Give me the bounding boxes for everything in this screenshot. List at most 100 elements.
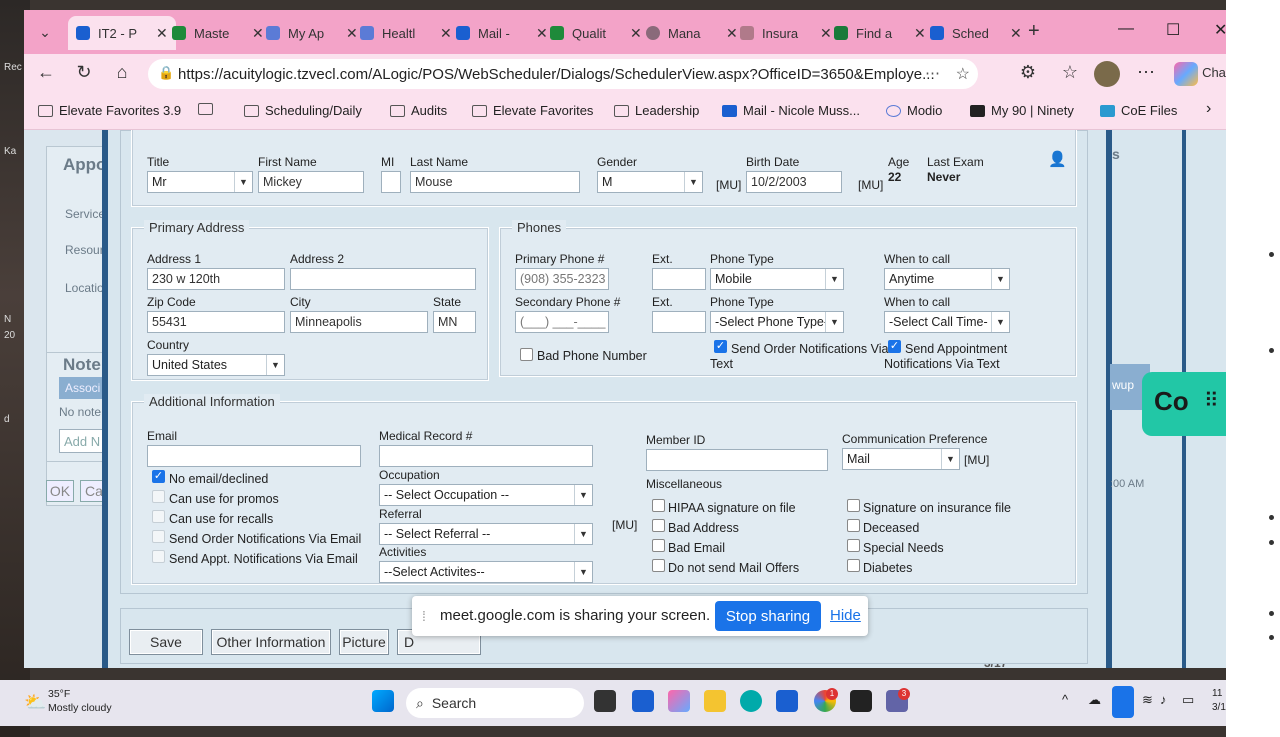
comm-pref-select[interactable]: Mail ▼ bbox=[842, 448, 960, 470]
bookmark-scheduling-daily[interactable]: Scheduling/Daily bbox=[244, 103, 362, 118]
hipaa-checkbox[interactable] bbox=[652, 499, 665, 512]
mi-input[interactable] bbox=[381, 171, 401, 193]
bookmark-elevate-favorites[interactable]: Elevate Favorites bbox=[472, 103, 593, 118]
save-button[interactable]: Save bbox=[129, 629, 203, 655]
country-select[interactable]: United States ▼ bbox=[147, 354, 285, 376]
sticky-notes-icon[interactable] bbox=[850, 690, 872, 712]
tab-schedule[interactable]: Sched ✕ bbox=[922, 16, 1030, 50]
zip-input[interactable]: 55431 bbox=[147, 311, 285, 333]
phone-type2-select[interactable]: -Select Phone Type- ▼ bbox=[710, 311, 844, 333]
home-icon[interactable]: ⌂ bbox=[110, 62, 134, 83]
bookmark-leadership[interactable]: Leadership bbox=[614, 103, 699, 118]
outlook-icon[interactable] bbox=[776, 690, 798, 712]
bookmark-audits[interactable]: Audits bbox=[390, 103, 447, 118]
taskbar-search[interactable]: ⌕ Search bbox=[406, 688, 584, 718]
send-order-email-checkbox[interactable] bbox=[152, 530, 165, 543]
clock-time[interactable]: 11 bbox=[1212, 688, 1222, 699]
promos-checkbox[interactable] bbox=[152, 490, 165, 503]
tab-health[interactable]: Healtl ✕ bbox=[352, 16, 460, 50]
bookmark-mail[interactable]: Mail - Nicole Muss... bbox=[722, 103, 860, 118]
bookmark-my-90[interactable]: My 90 | Ninety bbox=[970, 103, 1074, 118]
primary-phone-input[interactable]: (908) 355-2323 bbox=[515, 268, 609, 290]
microphone-icon[interactable] bbox=[1112, 686, 1134, 718]
no-email-checkbox[interactable]: ✓ bbox=[152, 470, 165, 483]
add-note-input[interactable]: Add N bbox=[59, 429, 107, 453]
tab-mail[interactable]: Mail - ✕ bbox=[448, 16, 556, 50]
copilot-widget[interactable]: Co ⠿ bbox=[1142, 372, 1226, 436]
referral-select[interactable]: -- Select Referral -- ▼ bbox=[379, 523, 593, 545]
secondary-phone-input[interactable]: (___) ___-____ bbox=[515, 311, 609, 333]
picture-button[interactable]: Picture bbox=[339, 629, 389, 655]
when-to-call-select[interactable]: Anytime ▼ bbox=[884, 268, 1010, 290]
window-close-icon[interactable]: ✕ bbox=[1214, 20, 1227, 40]
first-name-input[interactable]: Mickey bbox=[258, 171, 364, 193]
wifi-icon[interactable]: ≋ bbox=[1142, 692, 1153, 708]
city-input[interactable]: Minneapolis bbox=[290, 311, 428, 333]
volume-icon[interactable]: ♪ bbox=[1160, 692, 1167, 707]
occupation-select[interactable]: -- Select Occupation -- ▼ bbox=[379, 484, 593, 506]
profile-avatar[interactable] bbox=[1094, 61, 1120, 87]
person-icon[interactable]: 👤 bbox=[1048, 150, 1067, 168]
menu-dots-icon[interactable]: ⋯ bbox=[1134, 62, 1158, 83]
email-input[interactable] bbox=[147, 445, 361, 467]
title-select[interactable]: Mr ▼ bbox=[147, 171, 253, 193]
hide-link[interactable]: Hide bbox=[830, 607, 861, 624]
bookmark-device[interactable] bbox=[198, 103, 219, 115]
send-appt-text-checkbox[interactable]: ✓ bbox=[888, 340, 901, 353]
battery-icon[interactable]: ▭ bbox=[1182, 692, 1194, 708]
ext2-input[interactable] bbox=[652, 311, 706, 333]
send-appt-email-checkbox[interactable] bbox=[152, 550, 165, 563]
bookmark-coe-files[interactable]: CoE Files bbox=[1100, 103, 1177, 118]
url-field[interactable]: 🔒 https://acuitylogic.tzvecl.com/ALogic/… bbox=[148, 59, 978, 89]
copilot-icon[interactable] bbox=[1174, 62, 1198, 86]
task-view-icon[interactable] bbox=[594, 690, 616, 712]
bookmark-modio[interactable]: Modio bbox=[886, 103, 942, 118]
bookmarks-more-chevron-icon[interactable]: › bbox=[1206, 100, 1211, 118]
grip-dots-icon[interactable]: ⠿ bbox=[1204, 388, 1219, 413]
tab-find[interactable]: Find a ✕ bbox=[826, 16, 934, 50]
bad-phone-checkbox[interactable] bbox=[520, 348, 533, 361]
no-mail-offers-checkbox[interactable] bbox=[652, 559, 665, 572]
tab-manage[interactable]: Mana ✕ bbox=[638, 16, 746, 50]
favorites-icon[interactable]: ☆ bbox=[1058, 62, 1082, 83]
bookmark-elevate-favorites-3-9[interactable]: Elevate Favorites 3.9 bbox=[38, 103, 181, 118]
gender-select[interactable]: M ▼ bbox=[597, 171, 703, 193]
mrn-input[interactable] bbox=[379, 445, 593, 467]
state-input[interactable]: MN bbox=[433, 311, 476, 333]
new-tab-icon[interactable]: + bbox=[1028, 20, 1040, 43]
clock-date[interactable]: 3/1 bbox=[1212, 702, 1226, 713]
send-order-text-checkbox[interactable]: ✓ bbox=[714, 340, 727, 353]
birth-date-input[interactable]: 10/2/2003 bbox=[746, 171, 842, 193]
tab-it2[interactable]: IT2 - P ✕ bbox=[68, 16, 176, 50]
other-information-button[interactable]: Other Information bbox=[211, 629, 331, 655]
tab-master[interactable]: Maste ✕ bbox=[164, 16, 272, 50]
back-icon[interactable]: ← bbox=[34, 62, 58, 83]
last-name-input[interactable]: Mouse bbox=[410, 171, 580, 193]
ext-input[interactable] bbox=[652, 268, 706, 290]
tray-chevron-icon[interactable]: ^ bbox=[1062, 692, 1068, 707]
maximize-icon[interactable]: ☐ bbox=[1166, 20, 1180, 40]
recalls-checkbox[interactable] bbox=[152, 510, 165, 523]
drag-handle-icon[interactable]: ⁞ bbox=[422, 608, 426, 624]
bad-address-checkbox[interactable] bbox=[652, 519, 665, 532]
when-to-call2-select[interactable]: -Select Call Time- ▼ bbox=[884, 311, 1010, 333]
bad-email-checkbox[interactable] bbox=[652, 539, 665, 552]
store-icon[interactable] bbox=[632, 690, 654, 712]
sig-insurance-checkbox[interactable] bbox=[847, 499, 860, 512]
deceased-checkbox[interactable] bbox=[847, 519, 860, 532]
stop-sharing-button[interactable]: Stop sharing bbox=[715, 601, 821, 631]
edge-icon[interactable] bbox=[740, 690, 762, 712]
associated-tab[interactable]: Associ bbox=[59, 377, 107, 399]
more-tools-icon[interactable]: ⋯ bbox=[925, 64, 940, 82]
member-id-input[interactable] bbox=[646, 449, 828, 471]
copilot-taskbar-icon[interactable] bbox=[668, 690, 690, 712]
ok-button[interactable]: OK bbox=[46, 480, 74, 502]
refresh-icon[interactable]: ↻ bbox=[72, 62, 96, 83]
windows-start-icon[interactable] bbox=[372, 690, 394, 712]
extensions-icon[interactable]: ⚙ bbox=[1016, 62, 1040, 83]
phone-type-select[interactable]: Mobile ▼ bbox=[710, 268, 844, 290]
file-explorer-icon[interactable] bbox=[704, 690, 726, 712]
onedrive-icon[interactable]: ☁ bbox=[1088, 692, 1101, 708]
minimize-icon[interactable]: — bbox=[1118, 20, 1134, 38]
address2-input[interactable] bbox=[290, 268, 476, 290]
